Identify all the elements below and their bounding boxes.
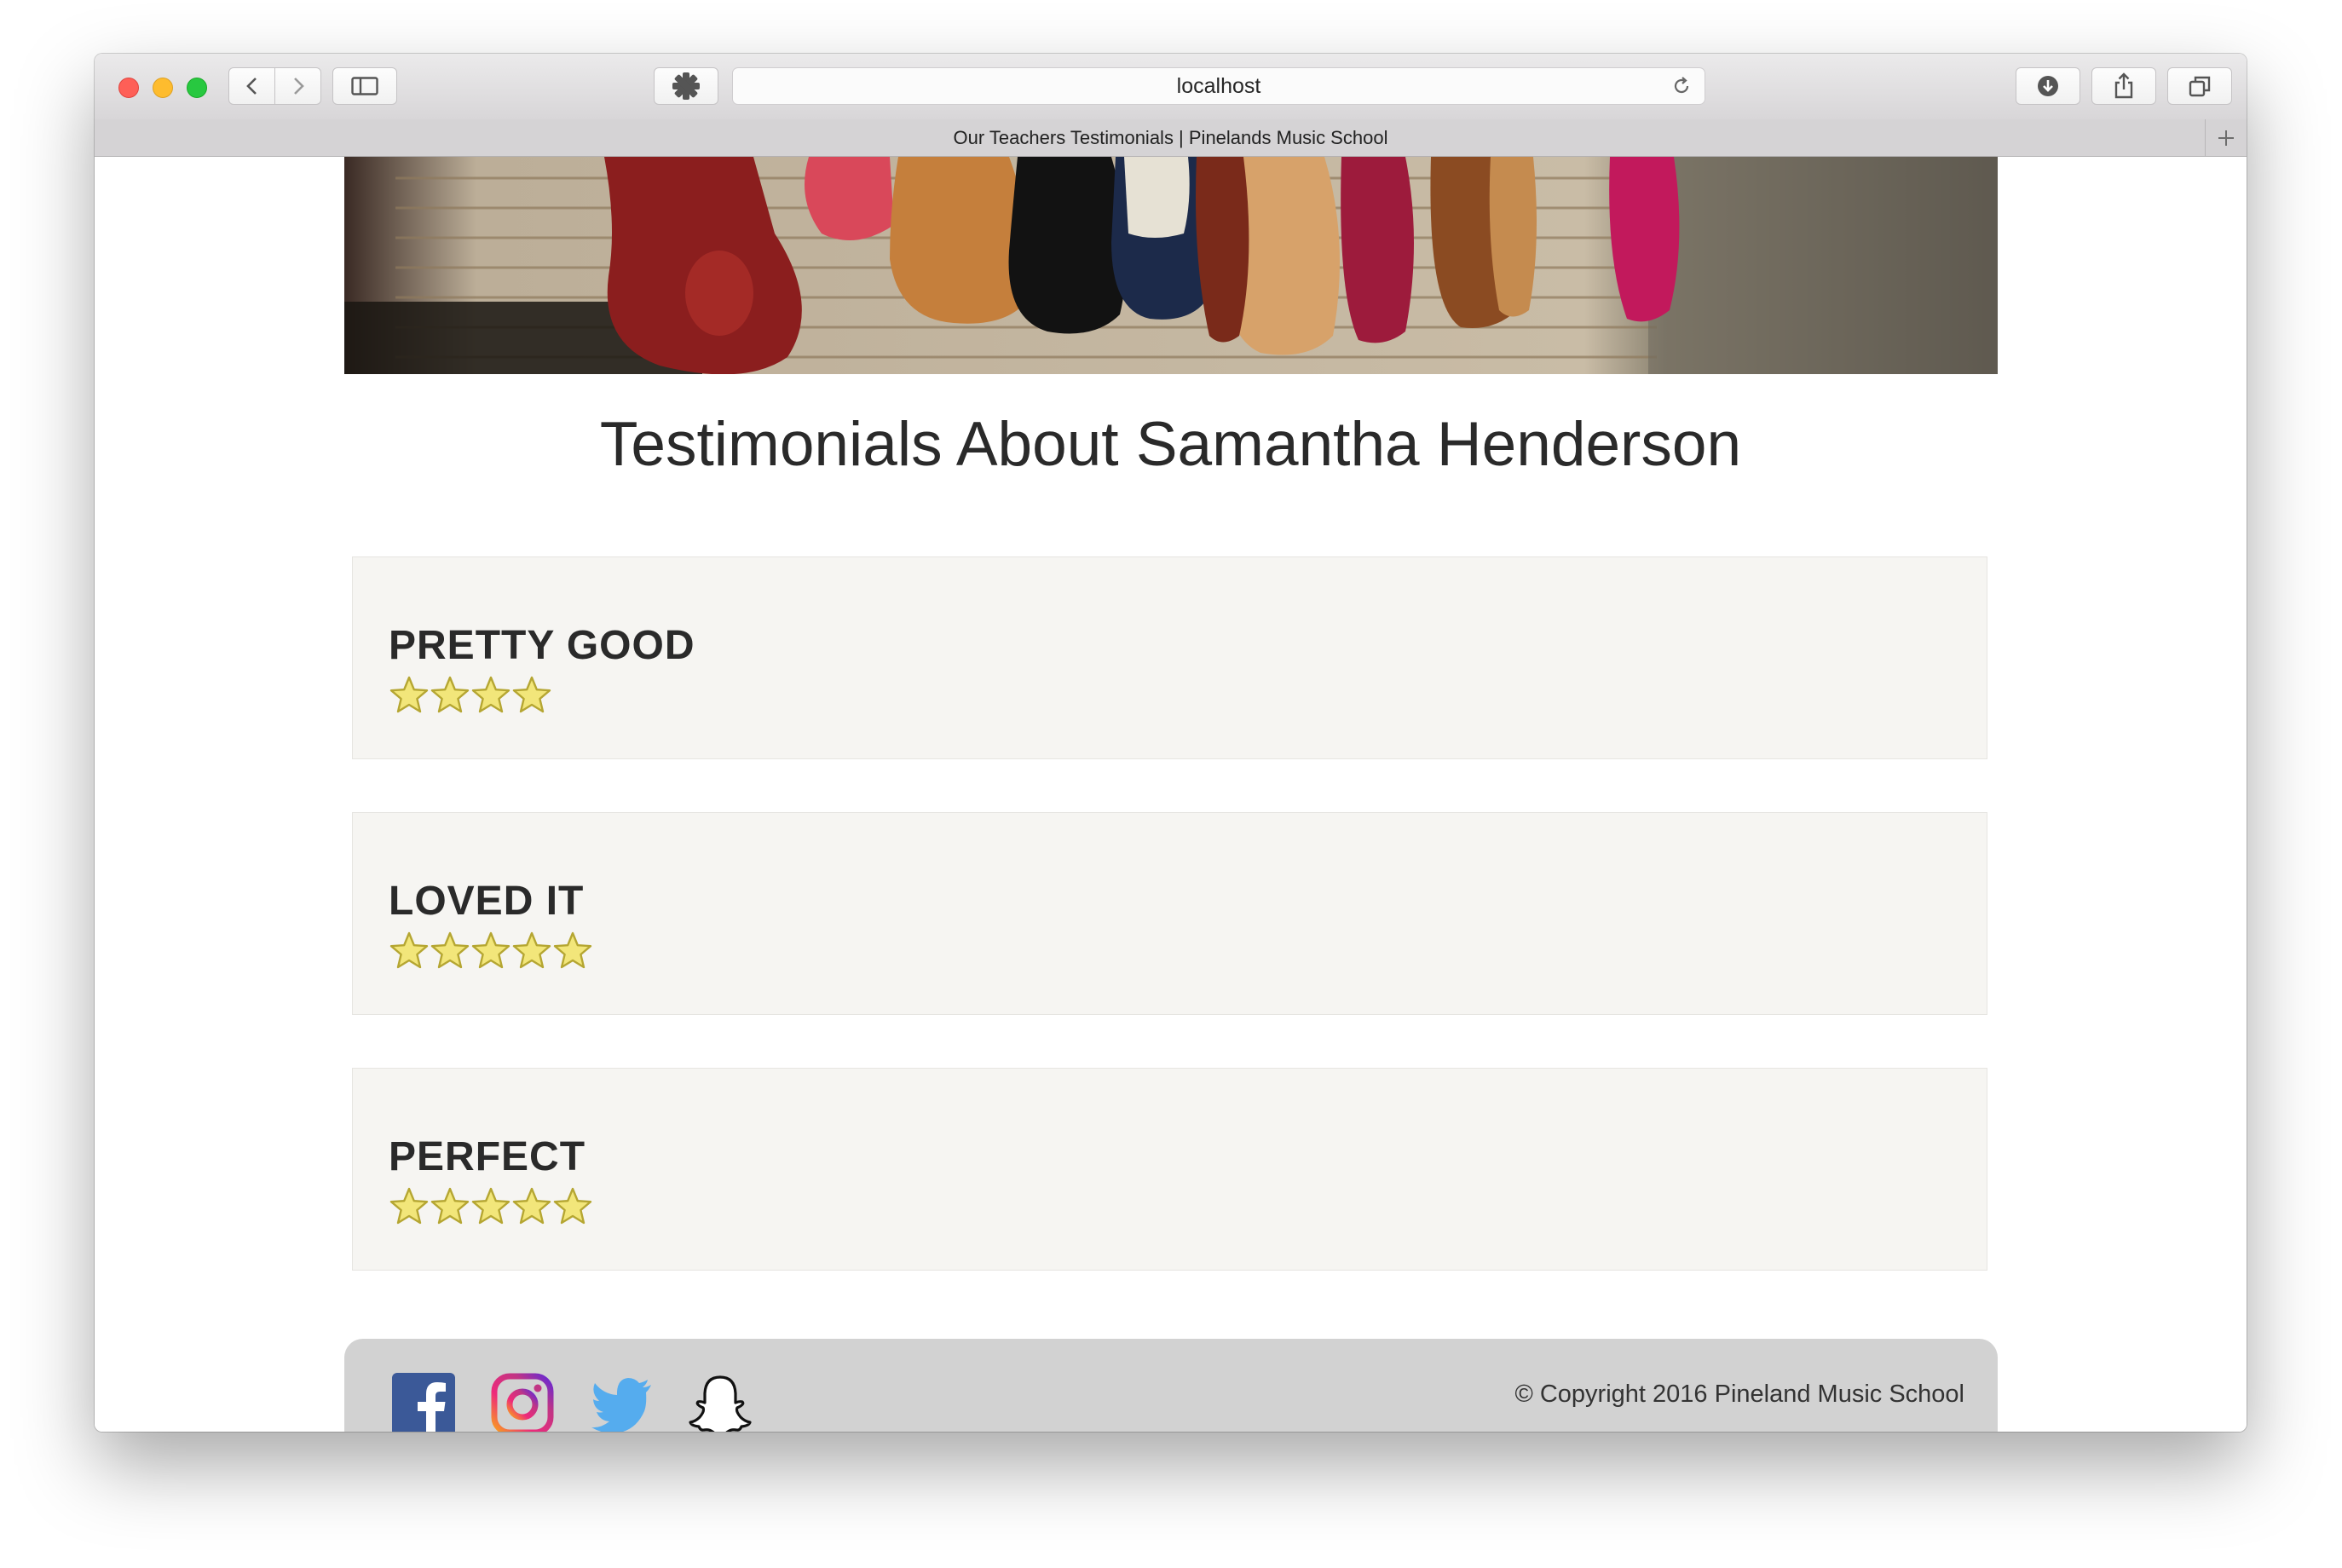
- tab-active[interactable]: Our Teachers Testimonials | Pinelands Mu…: [954, 127, 1388, 149]
- zoom-window-button[interactable]: [187, 78, 207, 98]
- star-icon: [389, 931, 429, 969]
- guitars-photo: [344, 157, 1998, 374]
- extension-button[interactable]: [654, 67, 718, 105]
- star-icon: [389, 1187, 429, 1225]
- plus-icon: [2218, 130, 2234, 146]
- star-rating: [389, 931, 593, 971]
- minimize-window-button[interactable]: [153, 78, 173, 98]
- copyright-text: © Copyright 2016 Pineland Music School: [1514, 1381, 1964, 1408]
- puzzle-extension-icon: [672, 72, 700, 100]
- page-title: Testimonials About Samantha Henderson: [599, 410, 1742, 479]
- star-icon: [512, 931, 551, 969]
- facebook-icon[interactable]: [392, 1373, 455, 1432]
- testimonial-title: LOVED IT: [389, 879, 585, 924]
- tab-bar: Our Teachers Testimonials | Pinelands Mu…: [95, 119, 2247, 157]
- download-icon: [2038, 76, 2058, 96]
- address-bar-text: localhost: [1176, 73, 1261, 98]
- tabs-overview-button[interactable]: [2167, 67, 2232, 105]
- forward-button[interactable]: [274, 67, 321, 105]
- sidebar-button[interactable]: [332, 67, 397, 105]
- tabs-icon: [2189, 76, 2211, 97]
- star-rating: [389, 1187, 593, 1226]
- testimonial-title: PERFECT: [389, 1134, 586, 1179]
- star-icon: [471, 676, 511, 713]
- page-footer: © Copyright 2016 Pineland Music School: [344, 1339, 1998, 1432]
- testimonial-card: PERFECT: [352, 1068, 1987, 1271]
- star-icon: [553, 931, 592, 969]
- share-icon: [2114, 72, 2133, 99]
- star-icon: [471, 1187, 511, 1225]
- testimonial-title: PRETTY GOOD: [389, 623, 695, 668]
- star-icon: [430, 1187, 470, 1225]
- sidebar-icon: [351, 77, 378, 95]
- address-bar[interactable]: localhost: [732, 67, 1705, 105]
- downloads-button[interactable]: [2016, 67, 2080, 105]
- testimonial-card: LOVED IT: [352, 812, 1987, 1015]
- star-icon: [430, 676, 470, 713]
- snapchat-icon[interactable]: [689, 1373, 752, 1432]
- star-icon: [553, 1187, 592, 1225]
- star-icon: [512, 1187, 551, 1225]
- star-icon: [389, 676, 429, 713]
- chevron-left-icon: [245, 78, 257, 95]
- star-rating: [389, 676, 552, 715]
- chevron-right-icon: [293, 78, 304, 95]
- browser-window: localhost Our Teachers Testimonials | Pi…: [95, 54, 2247, 1432]
- instagram-icon[interactable]: [491, 1373, 554, 1432]
- star-icon: [430, 931, 470, 969]
- twitter-icon[interactable]: [590, 1373, 653, 1432]
- new-tab-button[interactable]: [2205, 119, 2247, 156]
- web-page: Testimonials About Samantha Henderson PR…: [95, 157, 2247, 1432]
- close-window-button[interactable]: [118, 78, 139, 98]
- reload-icon[interactable]: [1670, 75, 1693, 97]
- back-button[interactable]: [228, 67, 275, 105]
- testimonial-card: PRETTY GOOD: [352, 556, 1987, 759]
- star-icon: [471, 931, 511, 969]
- share-button[interactable]: [2091, 67, 2156, 105]
- browser-toolbar: localhost: [95, 54, 2247, 120]
- guitar-wall-banner-image: [344, 157, 1998, 374]
- star-icon: [512, 676, 551, 713]
